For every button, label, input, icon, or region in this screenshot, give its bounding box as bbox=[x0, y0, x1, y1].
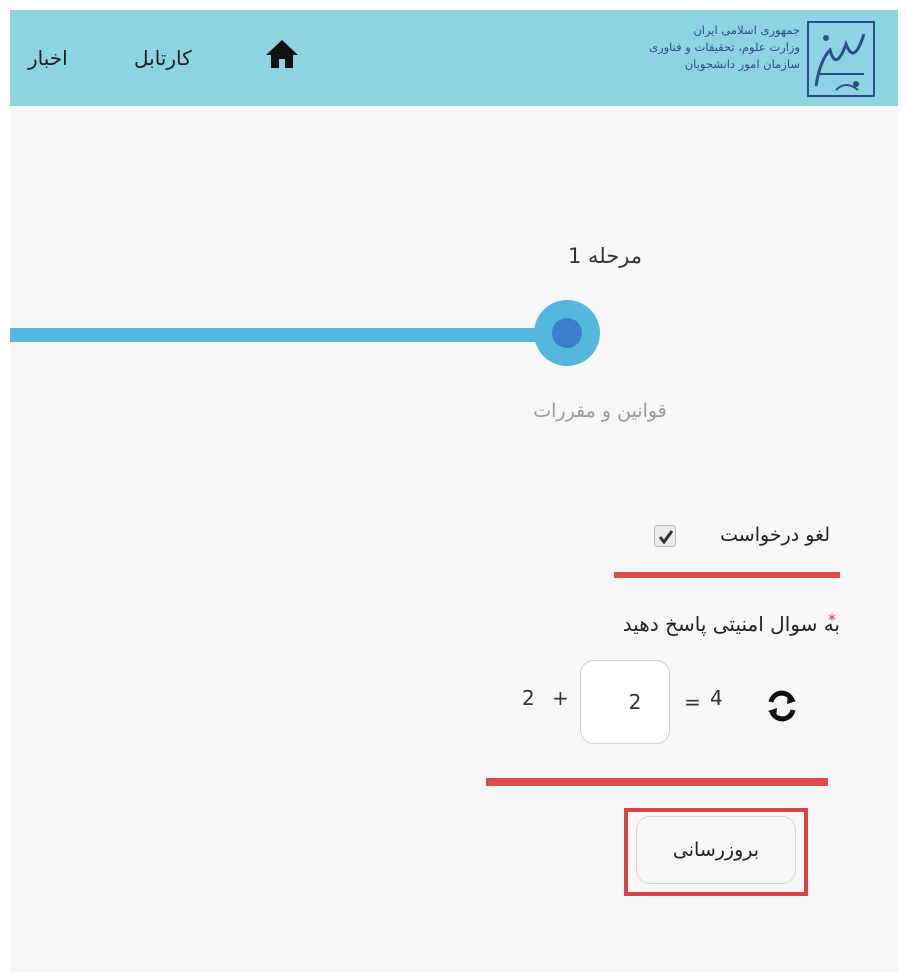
page: اخبار کارتابل جمهوری اسلامی ایران وزارت … bbox=[10, 10, 898, 972]
nav-cartable-link[interactable]: کارتابل bbox=[134, 46, 192, 70]
captcha-result: 4 bbox=[710, 686, 723, 710]
captcha-equals-sign: = bbox=[684, 690, 701, 714]
ministry-logo: جمهوری اسلامی ایران وزارت علوم، تحقیقات … bbox=[622, 16, 880, 100]
logo-text: جمهوری اسلامی ایران وزارت علوم، تحقیقات … bbox=[622, 22, 800, 73]
step-title: مرحله 1 bbox=[567, 244, 643, 268]
checkmark-icon bbox=[658, 530, 674, 545]
logo-line-2: وزارت علوم، تحقیقات و فناوری bbox=[649, 40, 800, 54]
top-header: اخبار کارتابل جمهوری اسلامی ایران وزارت … bbox=[10, 10, 898, 106]
cancel-request-label: لغو درخواست bbox=[720, 524, 830, 546]
highlight-underline-cancel bbox=[614, 572, 840, 578]
update-button[interactable]: بروزرسانی bbox=[636, 816, 796, 884]
logo-line-1: جمهوری اسلامی ایران bbox=[693, 23, 800, 37]
step-subtitle: قوانین و مقررات bbox=[533, 400, 667, 422]
captcha-answer-input[interactable] bbox=[580, 660, 670, 744]
logo-line-3: سازمان امور دانشجویان bbox=[684, 57, 800, 71]
home-icon[interactable] bbox=[264, 38, 300, 70]
highlight-underline-captcha bbox=[486, 778, 828, 786]
captcha-plus-sign: + bbox=[552, 686, 569, 710]
logo-emblem-icon bbox=[807, 21, 875, 97]
captcha-operand-a: 2 bbox=[522, 686, 535, 710]
cancel-request-checkbox[interactable] bbox=[654, 525, 676, 547]
cancel-request-row: لغو درخواست bbox=[650, 522, 830, 552]
refresh-icon[interactable] bbox=[762, 688, 802, 724]
security-question-label: به سوال امنیتی پاسخ دهید bbox=[622, 612, 840, 636]
nav-news-link[interactable]: اخبار bbox=[28, 46, 68, 70]
step-indicator-dot bbox=[552, 318, 582, 348]
stepper-progress-line bbox=[10, 328, 550, 342]
